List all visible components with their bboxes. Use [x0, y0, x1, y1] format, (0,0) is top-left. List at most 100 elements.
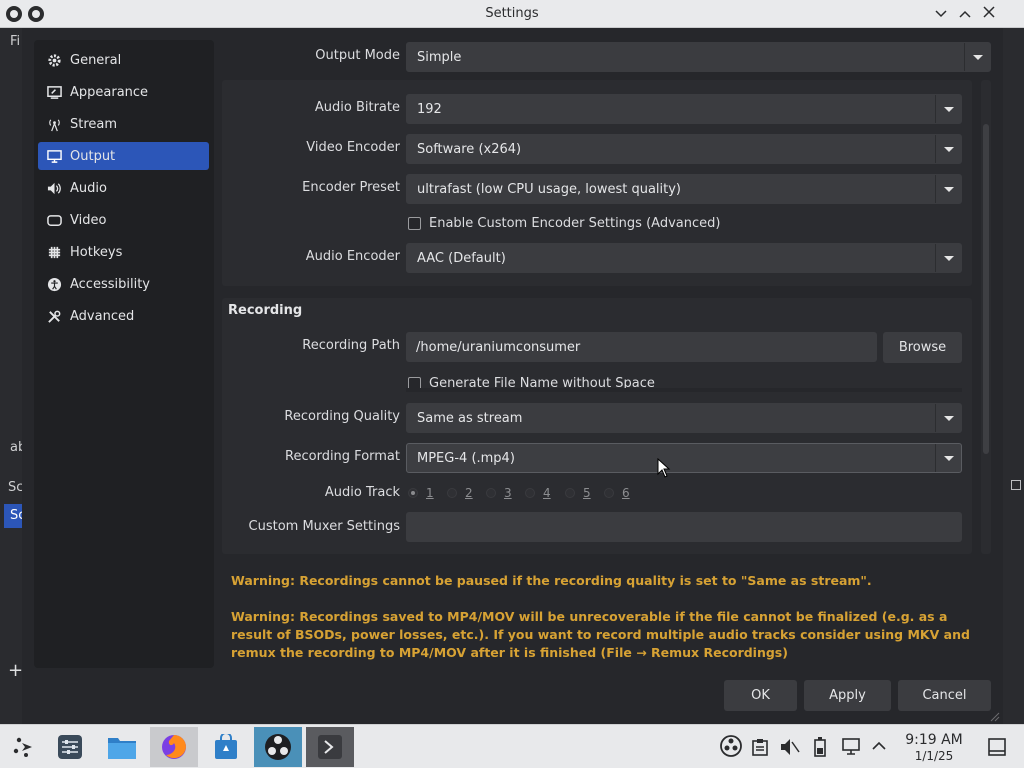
gear-icon [46, 52, 62, 68]
video-encoder-label: Video Encoder [306, 140, 400, 155]
encoder-preset-label: Encoder Preset [302, 180, 400, 195]
audio-track-6-radio[interactable] [604, 488, 614, 498]
maximize-button[interactable] [956, 5, 974, 23]
antenna-icon [46, 116, 62, 132]
sidebar-item-advanced[interactable]: Advanced [38, 302, 209, 330]
clipboard-icon[interactable] [752, 738, 768, 760]
background-scene-selected[interactable]: Sc [4, 504, 25, 528]
recording-quality-value: Same as stream [417, 410, 523, 426]
chevron-down-icon [935, 444, 961, 472]
encoder-preset-select[interactable]: ultrafast (low CPU usage, lowest quality… [406, 174, 962, 204]
keyboard-icon [46, 244, 62, 260]
sidebar-item-label: Appearance [70, 84, 149, 100]
background-window-left: Fi ab Sc Sc + [0, 28, 26, 724]
sidebar-item-accessibility[interactable]: Accessibility [38, 270, 209, 298]
recording-quality-select[interactable]: Same as stream [406, 403, 962, 433]
monitor-icon [46, 148, 62, 164]
obs-tray-icon[interactable] [720, 735, 742, 761]
add-scene-button[interactable]: + [8, 660, 23, 681]
appearance-icon [46, 84, 62, 100]
audio-encoder-select[interactable]: AAC (Default) [406, 243, 962, 273]
audio-bitrate-select[interactable]: 192 [406, 94, 962, 124]
recording-path-input[interactable]: /home/uraniumconsumer [406, 332, 877, 362]
chevron-down-icon [935, 404, 961, 432]
sidebar-item-output[interactable]: Output [38, 142, 209, 170]
encoder-preset-value: ultrafast (low CPU usage, lowest quality… [417, 181, 682, 197]
terminal-icon[interactable] [306, 727, 354, 767]
output-mode-value: Simple [417, 49, 462, 65]
sidebar-item-label: Output [70, 148, 116, 164]
ok-button[interactable]: OK [724, 680, 797, 711]
close-button[interactable] [980, 5, 998, 23]
application-launcher-icon[interactable] [0, 727, 48, 767]
video-icon [46, 212, 62, 228]
recording-format-label: Recording Format [285, 449, 400, 464]
system-settings-icon[interactable] [46, 727, 94, 767]
sidebar-item-label: Hotkeys [70, 244, 123, 260]
chevron-down-icon [964, 43, 990, 71]
sidebar-item-audio[interactable]: Audio [38, 174, 209, 202]
sidebar-item-label: Audio [70, 180, 107, 196]
sidebar-item-stream[interactable]: Stream [38, 110, 209, 138]
warning-mp4: Warning: Recordings saved to MP4/MOV wil… [231, 609, 970, 660]
recording-heading: Recording [228, 303, 303, 318]
undock-icon[interactable] [1011, 480, 1021, 490]
audio-track-label: Audio Track [324, 485, 400, 500]
browse-button[interactable]: Browse [883, 332, 962, 363]
chevron-up-icon[interactable] [872, 740, 886, 755]
custom-encoder-checkbox[interactable] [408, 217, 421, 230]
apply-button[interactable]: Apply [804, 680, 891, 711]
sidebar-item-video[interactable]: Video [38, 206, 209, 234]
clock-time[interactable]: 9:19 AM [895, 732, 973, 748]
network-wired-icon[interactable] [842, 738, 860, 760]
sidebar-item-hotkeys[interactable]: Hotkeys [38, 238, 209, 266]
settings-sidebar: General Appearance Stream Output Audio V… [34, 40, 214, 668]
clock-date[interactable]: 1/1/25 [895, 749, 973, 763]
recording-path-label: Recording Path [302, 338, 400, 353]
minimize-button[interactable] [932, 5, 950, 23]
firefox-icon[interactable] [150, 727, 198, 767]
audio-track-1-radio[interactable] [408, 488, 418, 498]
scrollbar-thumb[interactable] [983, 124, 989, 454]
chevron-down-icon [935, 95, 961, 123]
audio-track-5-radio[interactable] [565, 488, 575, 498]
video-encoder-value: Software (x264) [417, 141, 522, 157]
audio-track-4-radio[interactable] [525, 488, 535, 498]
recording-format-value: MPEG-4 (.mp4) [417, 450, 515, 466]
discover-store-icon[interactable] [202, 727, 250, 767]
battery-icon[interactable] [814, 737, 826, 761]
audio-track-3-radio[interactable] [486, 488, 496, 498]
sidebar-item-label: Video [70, 212, 107, 228]
show-desktop-icon[interactable] [988, 738, 1006, 760]
background-window-right [1003, 28, 1024, 724]
title-bar: Settings [0, 0, 1024, 28]
sidebar-item-label: Accessibility [70, 276, 150, 292]
scroll-clip-divider [406, 388, 962, 392]
custom-encoder-checkbox-label: Enable Custom Encoder Settings (Advanced… [429, 216, 721, 231]
speaker-icon [46, 180, 62, 196]
custom-muxer-input[interactable] [406, 512, 962, 542]
output-mode-select[interactable]: Simple [406, 42, 991, 72]
audio-track-2-radio[interactable] [447, 488, 457, 498]
sidebar-item-label: Stream [70, 116, 118, 132]
wrench-icon [46, 308, 62, 324]
chevron-down-icon [935, 135, 961, 163]
sidebar-item-appearance[interactable]: Appearance [38, 78, 209, 106]
taskbar: 9:19 AM 1/1/25 [0, 724, 1024, 768]
volume-muted-icon[interactable] [780, 738, 800, 760]
scrollbar-track[interactable] [981, 80, 991, 554]
recording-path-value: /home/uraniumconsumer [416, 339, 581, 355]
video-encoder-select[interactable]: Software (x264) [406, 134, 962, 164]
sidebar-item-general[interactable]: General [38, 46, 209, 74]
cancel-button[interactable]: Cancel [898, 680, 991, 711]
obs-studio-taskbar-icon[interactable] [254, 727, 302, 767]
file-menu[interactable]: Fi [10, 34, 20, 49]
sidebar-item-label: Advanced [70, 308, 135, 324]
file-manager-icon[interactable] [98, 727, 146, 767]
recording-format-select[interactable]: MPEG-4 (.mp4) [406, 443, 962, 473]
recording-quality-label: Recording Quality [284, 409, 400, 424]
audio-encoder-label: Audio Encoder [305, 249, 400, 264]
audio-track-1-label: 1 [426, 486, 434, 500]
audio-bitrate-label: Audio Bitrate [314, 100, 400, 115]
audio-track-6-label: 6 [622, 486, 630, 500]
